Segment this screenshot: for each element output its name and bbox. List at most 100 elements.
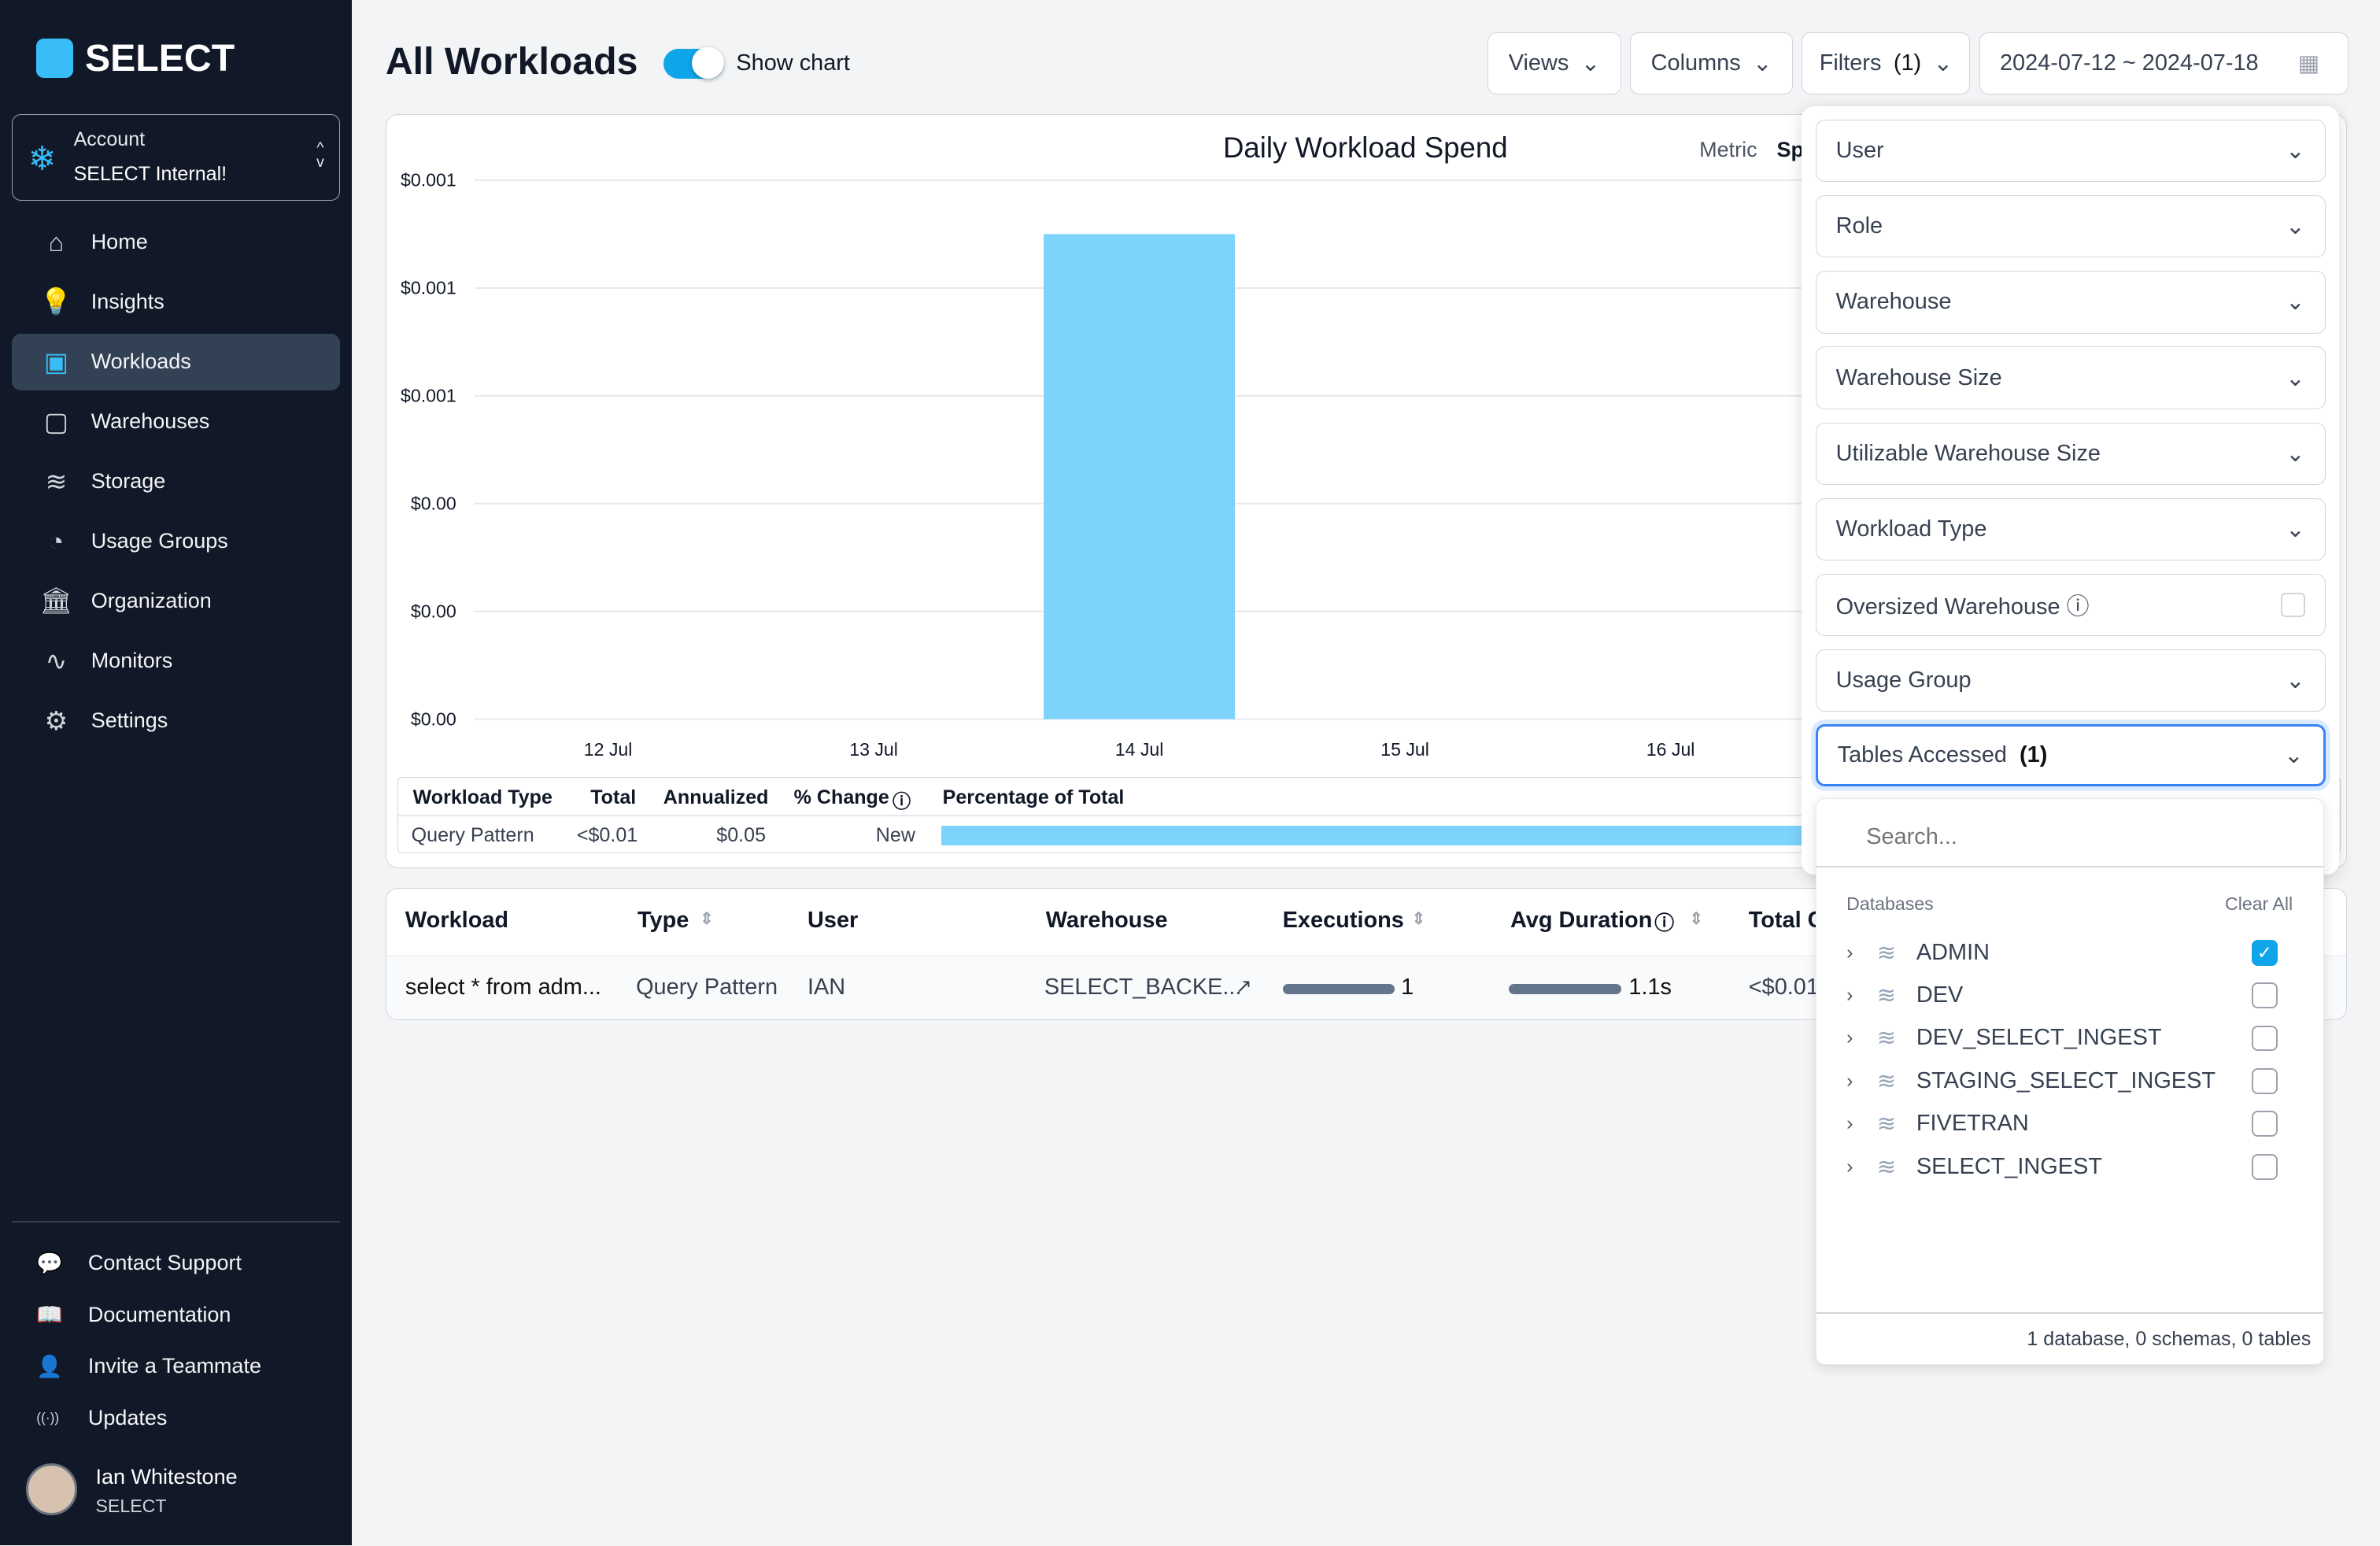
selection-summary: 1 database, 0 schemas, 0 tables [2027,1327,2312,1350]
database-name: SELECT_INGEST [1916,1153,2102,1179]
lightbulb-icon: 💡 [39,287,72,316]
sidebar-item-label: Contact Support [87,1251,242,1275]
x-tick-label: 12 Jul [584,739,633,760]
views-button[interactable]: Views ⌄ [1488,31,1621,94]
date-range-value: 2024-07-12 ~ 2024-07-18 [1999,50,2259,76]
sidebar-item-label: Updates [87,1405,168,1429]
x-tick-label: 16 Jul [1646,739,1695,760]
filter-oversized-warehouse[interactable]: Oversized Warehouse ⓘ [1815,573,2326,636]
show-chart-label: Show chart [736,50,850,76]
chevron-right-icon[interactable]: › [1846,984,1877,1007]
chevron-right-icon[interactable]: › [1846,1026,1877,1049]
column-header-workload[interactable]: Workload [405,908,508,934]
filter-label: Warehouse Size [1835,364,2002,390]
account-switcher[interactable]: ❄ Account SELECT Internal! ^ v [12,113,340,201]
x-tick-label: 14 Jul [1115,739,1164,760]
external-link-icon[interactable]: ↗ [1236,975,1252,998]
database-item[interactable]: › ≋ FIVETRAN [1846,1106,2302,1142]
workload-cell[interactable]: select * from adm... [405,975,601,1000]
database-checkbox[interactable] [2252,1111,2278,1137]
sort-icon[interactable]: ⇕ [1412,909,1426,929]
column-header-executions[interactable]: Executions [1283,908,1404,934]
database-checkbox[interactable] [2252,982,2278,1008]
database-checkbox[interactable] [2252,1153,2278,1180]
filter-warehouse-size[interactable]: Warehouse Size ⌄ [1815,346,2326,409]
bar[interactable] [1043,234,1235,719]
database-icon: ≋ [1876,1154,1896,1180]
y-tick-label: $0.00 [411,601,456,621]
database-checkbox[interactable] [2252,1025,2278,1052]
sidebar-item-monitors[interactable]: ∿ Monitors [12,633,340,689]
sidebar-item-settings[interactable]: ⚙ Settings [12,693,340,749]
chevron-down-icon: ⌄ [2286,516,2305,542]
filter-count: (1) [2020,742,2048,767]
clear-all-button[interactable]: Clear All [2225,893,2293,915]
database-item[interactable]: › ≋ DEV_SELECT_INGEST [1846,1020,2302,1056]
sidebar-item-documentation[interactable]: 📖 Documentation [36,1296,231,1333]
filter-label: Role [1835,213,1883,239]
column-header-user[interactable]: User [808,908,858,934]
sidebar-item-contact-support[interactable]: 💬 Contact Support [36,1245,242,1281]
info-icon[interactable]: ⓘ [893,786,911,813]
tables-accessed-dropdown: Databases Clear All ›≋ADMIN✓›≋DEV›≋DEV_S… [1815,798,2324,1365]
filter-warehouse[interactable]: Warehouse ⌄ [1815,271,2326,334]
sidebar-item-warehouses[interactable]: ▢ Warehouses [12,394,340,449]
sidebar-item-storage[interactable]: ≋ Storage [12,453,340,509]
date-range-picker[interactable]: 2024-07-12 ~ 2024-07-18 ▦ [1979,31,2349,94]
sort-icon[interactable]: ⇕ [1690,909,1704,929]
pulse-icon: ∿ [45,645,68,675]
filter-role[interactable]: Role ⌄ [1815,195,2326,258]
avatar[interactable] [25,1463,78,1515]
executions-bar [1282,983,1395,995]
chevron-right-icon[interactable]: › [1846,1156,1877,1178]
column-header-avg-duration[interactable]: Avg Duration [1510,908,1652,934]
filter-user[interactable]: User ⌄ [1815,120,2326,183]
sidebar-item-home[interactable]: ⌂ Home [12,214,340,270]
filter-usage-group[interactable]: Usage Group ⌄ [1815,649,2326,712]
column-header-total[interactable]: Total C [1749,908,1824,934]
sidebar-item-updates[interactable]: ((·)) Updates [36,1400,167,1436]
database-name: DEV_SELECT_INGEST [1916,1025,2162,1051]
sidebar-item-workloads[interactable]: ▣ Workloads [12,334,340,390]
filter-workload-type[interactable]: Workload Type ⌄ [1815,497,2326,560]
home-icon: ⌂ [48,227,65,257]
bank-icon: 🏛 [39,586,73,616]
filter-label: Tables Accessed [1837,742,2007,767]
search-input[interactable] [1843,814,2299,860]
sidebar-item-label: Home [91,230,148,254]
chevron-down-icon: ⌄ [2286,214,2305,240]
y-tick-label: $0.001 [401,385,456,405]
chevron-right-icon[interactable]: › [1846,1070,1877,1093]
show-chart-toggle[interactable] [663,46,724,80]
database-checkbox[interactable]: ✓ [2252,939,2278,966]
summary-header: Annualized [663,786,769,808]
sort-icon[interactable]: ⇕ [700,909,714,929]
logo[interactable]: SELECT [36,36,235,80]
chevron-down-icon: ⌄ [2286,290,2305,316]
executions-cell: 1 [1401,975,1414,1000]
database-checkbox[interactable] [2252,1067,2278,1094]
filters-button[interactable]: Filters (1) ⌄ [1802,31,1971,94]
info-icon[interactable]: ⓘ [2067,594,2090,620]
filter-utilizable-warehouse-size[interactable]: Utilizable Warehouse Size ⌄ [1815,422,2326,485]
chevron-right-icon[interactable]: › [1846,1112,1877,1135]
sidebar-item-organization[interactable]: 🏛 Organization [12,573,340,629]
column-header-warehouse[interactable]: Warehouse [1046,908,1168,934]
chevron-right-icon[interactable]: › [1846,941,1877,964]
x-tick-label: 13 Jul [849,739,898,760]
database-item[interactable]: › ≋ DEV [1846,977,2302,1013]
sidebar-item-usage-groups[interactable]: ◔ Usage Groups [12,513,340,569]
database-item[interactable]: › ≋ ADMIN ✓ [1846,934,2302,971]
y-tick-label: $0.001 [401,169,456,190]
info-icon[interactable]: ⓘ [1654,908,1674,936]
sidebar-item-insights[interactable]: 💡 Insights [12,274,340,330]
columns-button[interactable]: Columns ⌄ [1630,31,1793,94]
sidebar-item-label: Monitors [91,649,173,673]
checkbox[interactable] [2280,592,2305,617]
column-header-type[interactable]: Type [638,908,689,934]
database-item[interactable]: › ≋ SELECT_INGEST [1846,1148,2302,1185]
metric-select[interactable]: Sp [1776,138,1804,162]
sidebar-item-invite-a-teammate[interactable]: 👤 Invite a Teammate [36,1348,261,1385]
database-item[interactable]: › ≋ STAGING_SELECT_INGEST [1846,1063,2302,1099]
filter-tables-accessed[interactable]: Tables Accessed (1) ⌄ [1815,723,2326,786]
